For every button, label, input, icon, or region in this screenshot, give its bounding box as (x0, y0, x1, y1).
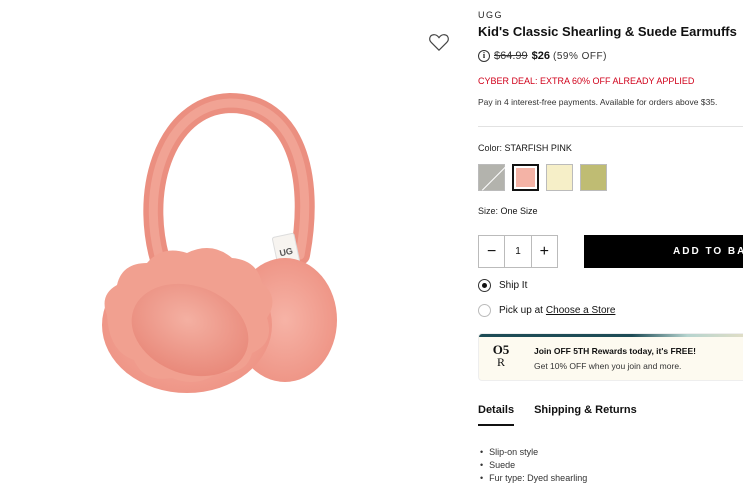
swatch-fill (516, 168, 535, 187)
swatch-olive[interactable] (580, 164, 607, 191)
size-label: Size: One Size (478, 206, 538, 216)
cyber-deal-banner: CYBER DEAL: EXTRA 60% OFF ALREADY APPLIE… (478, 76, 695, 86)
tab-details[interactable]: Details (478, 404, 515, 426)
product-info-panel: UGG Kid's Classic Shearling & Suede Earm… (478, 0, 743, 489)
pickup-radio[interactable] (478, 304, 491, 317)
divider (478, 126, 743, 127)
rewards-stripe (479, 334, 743, 337)
swatch-fill (479, 165, 504, 190)
size-value: One Size (500, 206, 538, 216)
swatch-fill (581, 165, 606, 190)
original-price: $64.99 (494, 50, 528, 62)
add-to-bag-button[interactable]: ADD TO BAG (584, 235, 743, 268)
sale-price: $26 (531, 50, 551, 62)
details-list: Slip-on style Suede Fur type: Dyed shear… (478, 447, 587, 486)
rewards-subtitle: Get 10% OFF when you join and more. (534, 361, 682, 371)
choose-store-link[interactable]: Choose a Store (546, 305, 616, 316)
quantity-decrease-button[interactable]: − (479, 236, 504, 267)
pickup-label: Pick up at (499, 305, 543, 316)
swatch-starfish-pink[interactable] (512, 164, 539, 191)
product-image: UG (102, 92, 337, 393)
quantity-stepper: − 1 + (478, 235, 558, 268)
product-tabs: Details Shipping & Returns (478, 404, 637, 426)
brand-name[interactable]: UGG (478, 10, 503, 20)
list-item: Slip-on style (478, 447, 587, 457)
color-label-key: Color: (478, 143, 503, 153)
info-icon[interactable]: i (478, 50, 490, 62)
tab-shipping-returns[interactable]: Shipping & Returns (534, 404, 637, 426)
list-item: Fur type: Dyed shearling (478, 473, 587, 483)
rewards-banner[interactable]: O5 R Join OFF 5TH Rewards today, it's FR… (478, 333, 743, 381)
swatch-cream[interactable] (546, 164, 573, 191)
list-item: Suede (478, 460, 587, 470)
ship-it-option[interactable]: Ship It (478, 279, 527, 292)
quantity-increase-button[interactable]: + (532, 236, 557, 267)
quantity-value[interactable]: 1 (504, 236, 532, 267)
ship-it-radio[interactable] (478, 279, 491, 292)
color-label: Color: STARFISH PINK (478, 143, 572, 153)
off5th-rewards-logo: O5 R (491, 343, 511, 369)
color-swatches (478, 164, 607, 191)
swatch-fill (547, 165, 572, 190)
ship-it-label: Ship It (499, 280, 528, 291)
size-label-key: Size: (478, 206, 499, 216)
selected-color-name: STARFISH PINK (504, 143, 572, 153)
heart-icon[interactable] (428, 32, 450, 52)
swatch-grey[interactable] (478, 164, 509, 191)
product-title: Kid's Classic Shearling & Suede Earmuffs (478, 24, 737, 39)
pickup-option[interactable]: Pick up at Choose a Store (478, 304, 615, 317)
price-row: i $64.99 $26 (59% OFF) (478, 50, 607, 62)
discount-percent: (59% OFF) (553, 50, 607, 62)
rewards-logo-bottom: R (496, 355, 505, 369)
installment-payment-text: Pay in 4 interest-free payments. Availab… (478, 97, 718, 107)
rewards-title: Join OFF 5TH Rewards today, it's FREE! (534, 346, 696, 356)
